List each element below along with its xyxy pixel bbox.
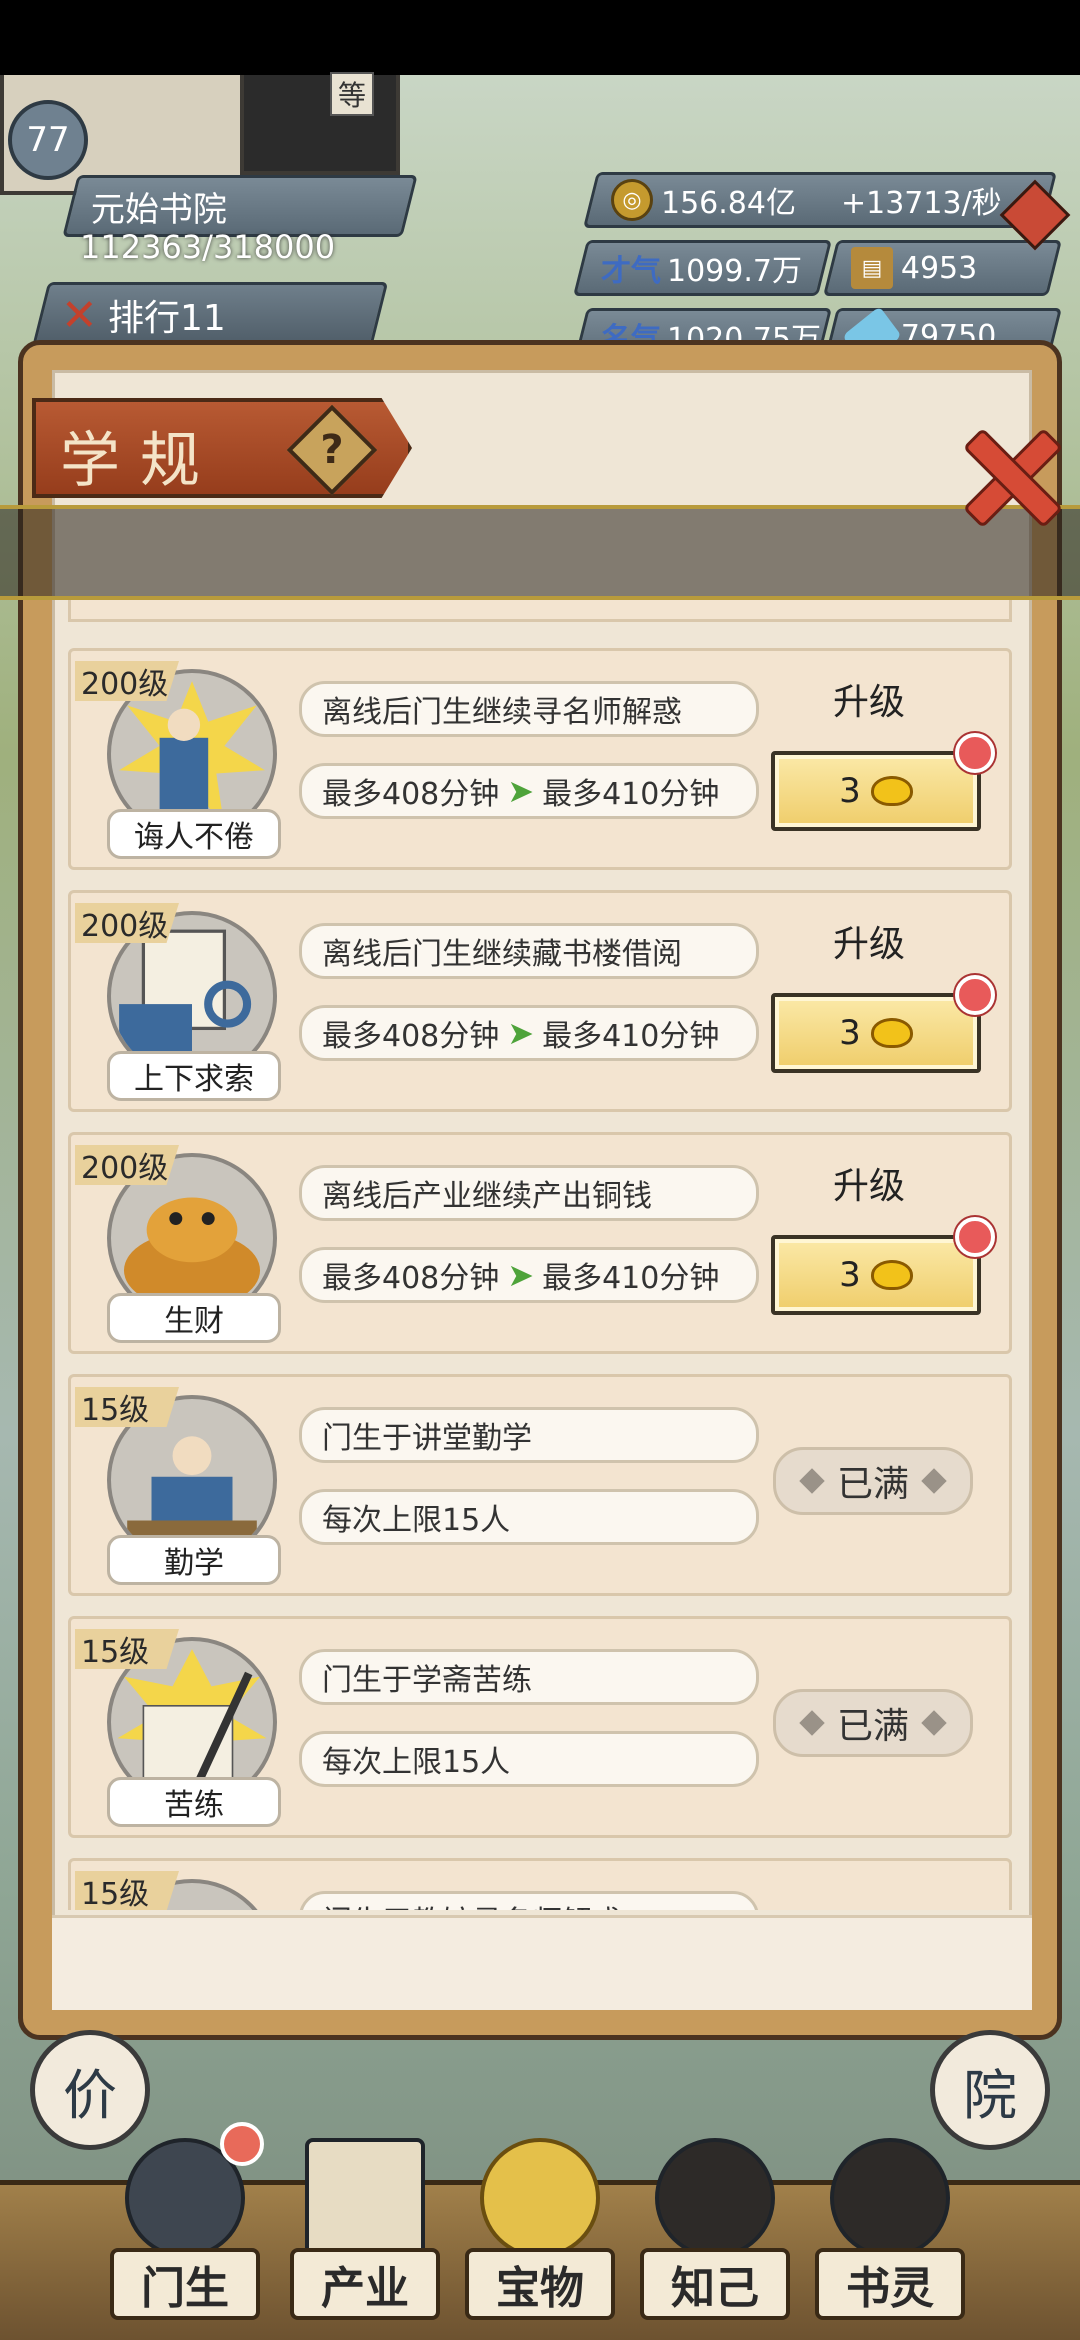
lady-figure-icon	[655, 2138, 775, 2258]
nav-industry[interactable]: 产业	[280, 2120, 450, 2320]
rule-description: 离线后产业继续产出铜钱	[299, 1165, 759, 1221]
nav-book-spirits[interactable]: 书灵	[805, 2120, 975, 2320]
maxed-status: 已满	[773, 1689, 973, 1757]
notification-dot	[220, 2122, 264, 2166]
maxed-label: 已满	[836, 1706, 909, 1747]
upgrade-button[interactable]: 3	[771, 993, 981, 1073]
rank-plate[interactable]: ✕ 排行11	[31, 282, 389, 348]
rule-row-practice: 15级 苦练 门生于学斋苦练 每次上限15人 已满	[68, 1616, 1012, 1838]
arrow-right-icon: ➤	[507, 772, 535, 810]
rule-name: 勤学	[107, 1535, 281, 1585]
gold-ingot-icon	[870, 1260, 913, 1290]
item-a-value: 4953	[901, 250, 978, 286]
rule-row-seek: 200级 上下求索 离线后门生继续藏书楼借阅 最多408分钟 ➤ 最多410分钟…	[68, 890, 1012, 1112]
effect-to: 最多410分钟	[542, 777, 720, 812]
academy-exp: 112363/318000	[80, 228, 336, 266]
coins-rate: +13713/秒	[841, 186, 1002, 221]
rule-effect: 最多408分钟 ➤ 最多410分钟	[299, 1005, 759, 1061]
upgrade-cost: 3	[839, 771, 861, 811]
upgrade-cost: 3	[839, 1013, 861, 1053]
nav-label: 产业	[290, 2248, 440, 2320]
item-a-bar[interactable]: ▤ 4953	[823, 240, 1062, 296]
nav-label: 宝物	[465, 2248, 615, 2320]
rule-level: 200级	[75, 661, 179, 701]
gold-ingot-icon	[870, 776, 913, 806]
rule-name: 上下求索	[107, 1051, 281, 1101]
title-overlay-band	[0, 505, 1080, 600]
rule-row-wealth: 200级 生财 离线后产业继续产出铜钱 最多408分钟 ➤ 最多410分钟 升级…	[68, 1132, 1012, 1354]
arrow-right-icon: ➤	[507, 1014, 535, 1052]
talent-bar[interactable]: 才气 1099.7万	[573, 240, 832, 296]
nav-label: 书灵	[815, 2248, 965, 2320]
coins-value: 156.84亿	[661, 186, 796, 221]
background-roof	[240, 75, 400, 175]
rule-effect: 每次上限15人	[299, 1731, 759, 1787]
rule-name: 苦练	[107, 1777, 281, 1827]
gold-ingot-icon	[870, 1018, 913, 1048]
rule-effect: 最多408分钟 ➤ 最多410分钟	[299, 763, 759, 819]
notification-dot	[955, 1217, 995, 1257]
rule-row-teach: 200级 诲人不倦 离线后门生继续寻名师解惑 最多408分钟 ➤ 最多410分钟…	[68, 648, 1012, 870]
effect-from: 最多408分钟	[322, 1019, 500, 1054]
upgrade-label: 升级	[833, 682, 906, 723]
rule-level: 200级	[75, 1145, 179, 1185]
compass-icon	[480, 2138, 600, 2258]
maxed-label: 已满	[836, 1464, 909, 1505]
effect-to: 最多410分钟	[542, 1019, 720, 1054]
upgrade-label: 升级	[833, 1166, 906, 1207]
crossed-swords-icon: ✕	[61, 289, 98, 341]
rank-text: 排行11	[107, 298, 226, 339]
rules-list[interactable]: 200级 诲人不倦 离线后门生继续寻名师解惑 最多408分钟 ➤ 最多410分钟…	[68, 600, 1012, 1910]
rule-description: 门生于教馆寻名师解惑	[299, 1891, 759, 1910]
rule-level: 15级	[75, 1871, 179, 1910]
effect-to: 最多410分钟	[542, 1261, 720, 1296]
talent-label: 才气	[601, 254, 661, 289]
rule-effect: 每次上限15人	[299, 1489, 759, 1545]
rule-description: 门生于学斋苦练	[299, 1649, 759, 1705]
rule-name: 生财	[107, 1293, 281, 1343]
copper-coin-icon: ◎	[611, 179, 653, 221]
nav-label: 门生	[110, 2248, 260, 2320]
rule-row-partial: 15级 门生于教馆寻名师解惑	[68, 1858, 1012, 1910]
notification-dot	[955, 733, 995, 773]
coins-bar[interactable]: ◎ 156.84亿 +13713/秒	[583, 172, 1057, 228]
rule-description: 离线后门生继续寻名师解惑	[299, 681, 759, 737]
dialog-bottom-page	[52, 1915, 1032, 2010]
list-item-cut-top	[68, 600, 1012, 622]
rule-name: 诲人不倦	[107, 809, 281, 859]
talent-value: 1099.7万	[667, 254, 802, 289]
upgrade-button[interactable]: 3	[771, 751, 981, 831]
player-level-badge[interactable]: 77	[8, 100, 88, 180]
rule-effect: 最多408分钟 ➤ 最多410分钟	[299, 1247, 759, 1303]
wait-badge: 等	[330, 72, 374, 116]
rule-row-diligent: 15级 勤学 门生于讲堂勤学 每次上限15人 已满	[68, 1374, 1012, 1596]
arrow-right-icon: ➤	[507, 1256, 535, 1294]
nav-treasures[interactable]: 宝物	[455, 2120, 625, 2320]
scroll-item-icon: ▤	[851, 247, 893, 289]
rule-level: 15级	[75, 1629, 179, 1669]
close-dialog-button[interactable]	[955, 425, 1055, 525]
dialog-title: 学规	[60, 426, 220, 496]
documents-icon	[305, 2138, 425, 2258]
rule-level: 15级	[75, 1387, 179, 1427]
rule-description: 门生于讲堂勤学	[299, 1407, 759, 1463]
spirit-figure-icon	[830, 2138, 950, 2258]
effect-from: 最多408分钟	[322, 777, 500, 812]
upgrade-label: 升级	[833, 924, 906, 965]
effect-from: 最多408分钟	[322, 1261, 500, 1296]
upgrade-cost: 3	[839, 1255, 861, 1295]
notification-dot	[955, 975, 995, 1015]
nav-confidants[interactable]: 知己	[630, 2120, 800, 2320]
maxed-status: 已满	[773, 1447, 973, 1515]
nav-label: 知己	[640, 2248, 790, 2320]
question-icon: ?	[320, 427, 344, 473]
academy-name: 元始书院	[91, 189, 227, 230]
rule-description: 离线后门生继续藏书楼借阅	[299, 923, 759, 979]
rule-level: 200级	[75, 903, 179, 943]
upgrade-button[interactable]: 3	[771, 1235, 981, 1315]
